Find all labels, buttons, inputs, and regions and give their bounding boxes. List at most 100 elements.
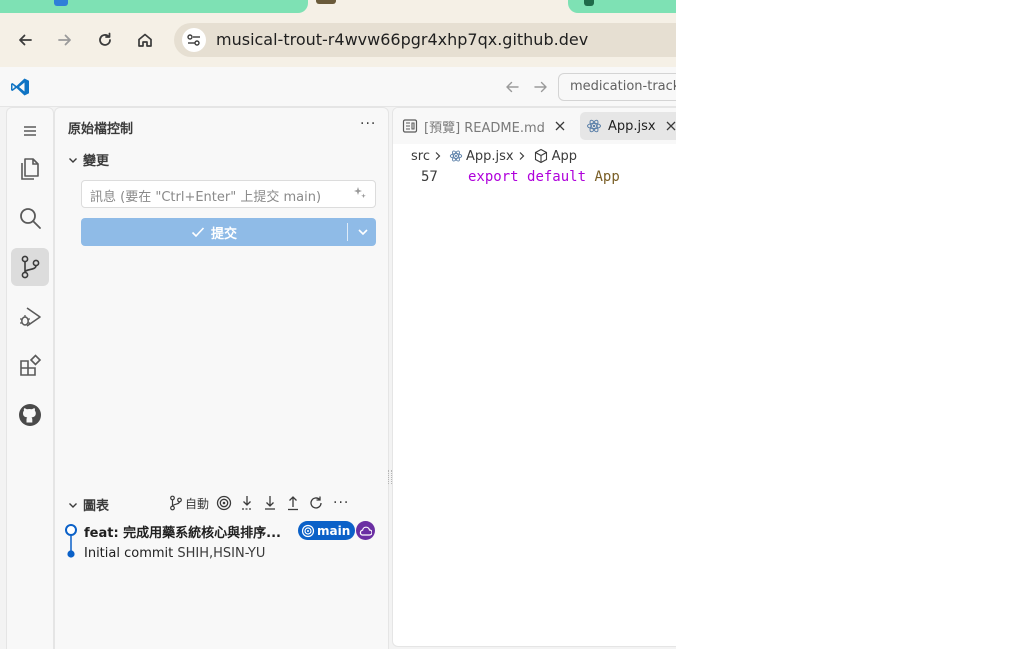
changes-section-header[interactable]: 變更	[67, 150, 109, 169]
menu-button[interactable]	[11, 112, 49, 150]
tab-strip	[0, 0, 676, 14]
target-icon	[301, 524, 315, 537]
tab-label: App.jsx	[608, 118, 656, 134]
browser-tab-right[interactable]	[568, 0, 676, 13]
graph-section-label: 圖表	[83, 499, 110, 514]
graph-target-button[interactable]	[216, 493, 232, 513]
breadcrumb-item[interactable]: App.jsx	[466, 149, 514, 164]
chevron-down-icon	[357, 229, 368, 236]
nav-back-icon[interactable]	[503, 78, 521, 96]
panel-title: 原始檔控制	[68, 122, 134, 137]
activity-search[interactable]	[11, 199, 49, 237]
code-keyword: export	[468, 169, 519, 185]
source-control-panel: 原始檔控制 ··· 變更 訊息 (要在 "Ctrl+Enter" 上提交 mai…	[54, 107, 389, 649]
vscode-titlebar: medication-tracke	[0, 67, 676, 107]
commit-node-icon	[67, 550, 75, 558]
line-number: 57	[421, 169, 438, 185]
arrow-left-icon	[19, 34, 32, 46]
branch-badge-label: main	[317, 523, 351, 538]
home-button[interactable]	[131, 26, 159, 54]
branch-badge[interactable]: main	[298, 521, 356, 540]
commit-message: feat: 完成用藥系統核心與排序...	[84, 522, 281, 541]
commit-dropdown-button[interactable]	[349, 218, 376, 246]
commit-message: Initial commit SHIH,HSIN-YU	[84, 546, 265, 561]
check-icon	[191, 227, 205, 238]
nav-forward-icon[interactable]	[532, 78, 550, 96]
push-icon	[288, 496, 299, 511]
activity-run-debug[interactable]	[11, 298, 49, 336]
home-icon	[138, 33, 152, 47]
graph-refresh-button[interactable]	[308, 493, 324, 513]
activity-bar	[6, 107, 54, 649]
commit-button-group: 提交	[81, 218, 376, 246]
source-control-icon	[21, 255, 40, 279]
cloud-icon	[359, 526, 372, 536]
browser-tab-left[interactable]	[0, 0, 308, 13]
activity-source-control[interactable]	[11, 248, 49, 286]
commit-message-placeholder: 訊息 (要在 "Ctrl+Enter" 上提交 main)	[90, 190, 322, 205]
github-icon	[19, 404, 41, 426]
sparkle-icon[interactable]	[353, 186, 367, 200]
tab-favicon-icon	[316, 0, 336, 4]
react-icon	[587, 119, 601, 133]
graph-push-button[interactable]	[285, 493, 301, 513]
activity-github[interactable]	[11, 396, 49, 434]
commit-message-input[interactable]: 訊息 (要在 "Ctrl+Enter" 上提交 main)	[81, 180, 376, 208]
forward-button[interactable]	[51, 26, 79, 54]
chevron-down-icon	[69, 157, 77, 163]
activity-explorer[interactable]	[11, 150, 49, 188]
react-icon	[449, 150, 463, 162]
refresh-icon	[310, 496, 322, 509]
run-debug-icon	[20, 307, 41, 327]
breadcrumb-item[interactable]: App	[552, 149, 577, 164]
address-bar[interactable]: musical-trout-r4wvw66pgr4xhp7qx.github.d…	[174, 23, 676, 57]
activity-extensions[interactable]	[11, 346, 49, 384]
browser-window: musical-trout-r4wvw66pgr4xhp7qx.github.d…	[0, 0, 676, 649]
extensions-icon	[20, 354, 42, 376]
browser-toolbar: musical-trout-r4wvw66pgr4xhp7qx.github.d…	[0, 14, 676, 67]
back-button[interactable]	[11, 26, 39, 54]
commit-message-text: Initial commit	[84, 546, 174, 561]
breadcrumb: src App.jsx App	[411, 148, 577, 164]
reload-button[interactable]	[91, 26, 119, 54]
tab-readme-preview[interactable]: [預覽] README.md	[402, 112, 572, 140]
hamburger-icon	[24, 126, 36, 136]
chevron-right-icon	[435, 152, 441, 160]
symbol-module-icon	[534, 148, 547, 164]
graph-more-button[interactable]: ···	[331, 493, 349, 513]
graph-fetch-button[interactable]	[239, 493, 255, 513]
code-line[interactable]: 57 export default App	[393, 168, 676, 188]
graph-auto-button[interactable]: 自動	[169, 493, 209, 513]
code-keyword: default	[527, 169, 587, 185]
files-icon	[21, 158, 39, 180]
commit-button[interactable]: 提交	[81, 218, 347, 246]
remote-badge[interactable]	[356, 521, 375, 540]
breadcrumb-item[interactable]: src	[411, 149, 430, 164]
code-identifier: App	[594, 169, 620, 185]
reload-icon	[99, 32, 111, 46]
graph-section-header[interactable]: 圖表	[67, 495, 109, 514]
pull-icon	[265, 496, 276, 510]
editor-group: [預覽] README.md App.jsx src App.jsx App 5…	[392, 107, 676, 647]
close-icon[interactable]	[554, 120, 566, 132]
graph-toolbar: 自動 ···	[169, 493, 356, 513]
tune-icon	[187, 34, 200, 46]
editor-tabs: [預覽] README.md App.jsx	[393, 108, 676, 144]
command-center[interactable]: medication-tracke	[558, 73, 676, 101]
site-info-button[interactable]	[182, 28, 206, 52]
graph-pull-button[interactable]	[262, 493, 278, 513]
target-icon	[216, 495, 232, 511]
chevron-right-icon	[519, 152, 524, 160]
tab-app-jsx[interactable]: App.jsx	[580, 112, 676, 140]
panel-more-button[interactable]: ···	[360, 116, 376, 132]
graph-more-label: ···	[333, 495, 350, 511]
close-icon[interactable]	[665, 120, 676, 132]
changes-section-label: 變更	[83, 154, 110, 169]
graph-row[interactable]: Initial commit SHIH,HSIN-YU	[65, 543, 383, 565]
search-icon	[20, 208, 41, 229]
graph-row[interactable]: feat: 完成用藥系統核心與排序... main	[65, 519, 383, 541]
tab-favicon-icon	[584, 0, 594, 6]
branch-icon	[170, 495, 182, 511]
tab-label: [預覽] README.md	[424, 120, 545, 136]
url-text[interactable]: musical-trout-r4wvw66pgr4xhp7qx.github.d…	[216, 30, 588, 49]
